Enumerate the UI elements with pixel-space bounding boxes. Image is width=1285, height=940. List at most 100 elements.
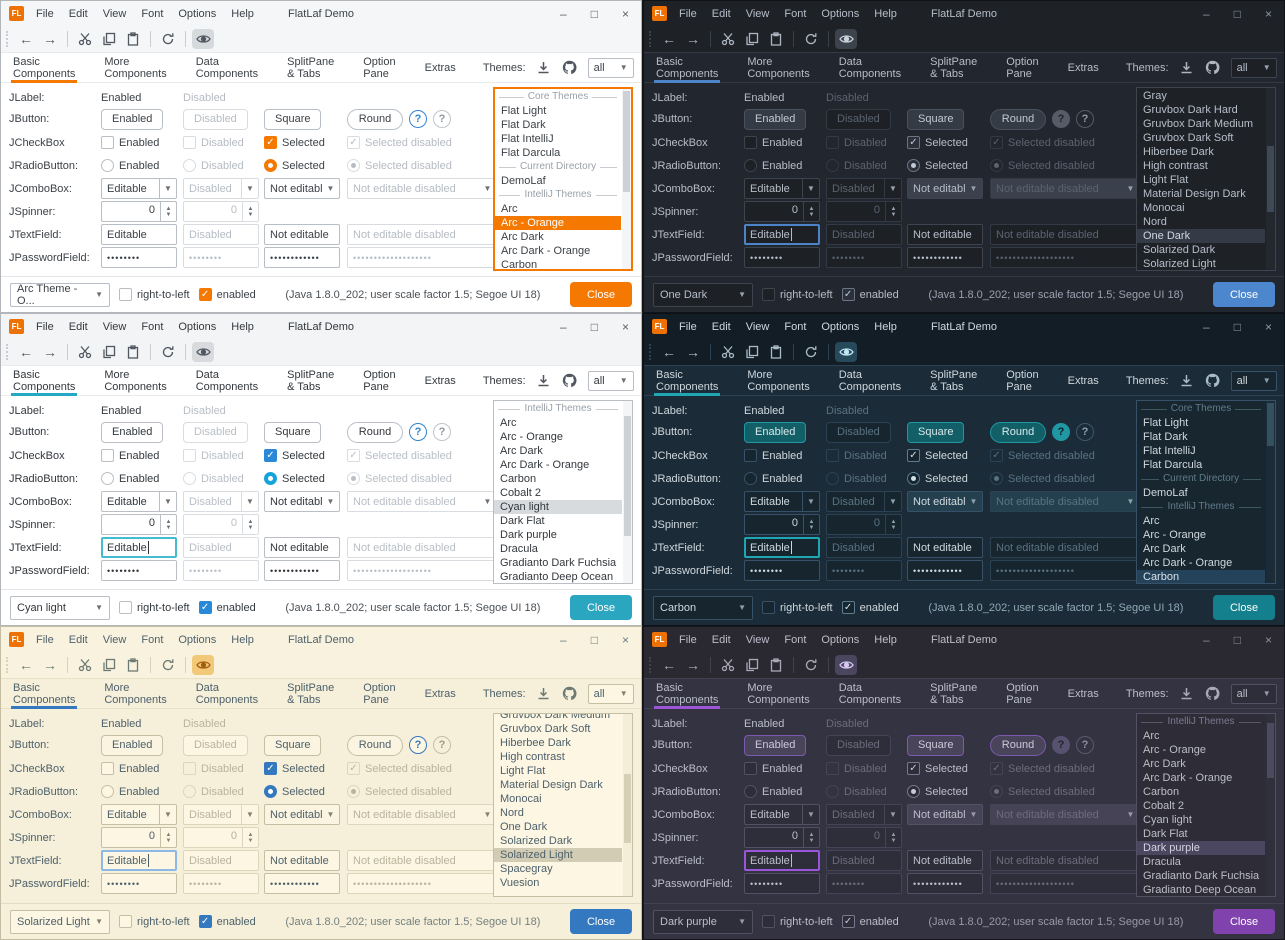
maximize-button[interactable]: □	[591, 633, 598, 647]
spinner-arrows-icon[interactable]	[803, 202, 819, 221]
themes-list[interactable]: GrayGruvbox Dark HardGruvbox Dark Medium…	[1136, 87, 1276, 271]
minimize-button[interactable]: –	[1203, 7, 1210, 21]
tab-basic-components[interactable]: Basic Components	[654, 366, 720, 396]
menu-help[interactable]: Help	[231, 634, 254, 646]
close-button[interactable]: Close	[570, 595, 632, 620]
scrollbar-thumb[interactable]	[1267, 403, 1274, 447]
combobox-not-editable[interactable]: Not editable▼	[264, 491, 340, 512]
square-button[interactable]: Square	[264, 735, 321, 756]
cut-icon[interactable]	[74, 655, 96, 675]
eye-toggle-button[interactable]	[835, 342, 857, 362]
toolbar-grip[interactable]	[649, 344, 652, 360]
theme-list-item-selected[interactable]: Dark purple	[1137, 841, 1265, 855]
theme-list-item[interactable]: Cobalt 2	[494, 486, 622, 500]
tab-more-components[interactable]: More Components	[745, 53, 811, 83]
round-button[interactable]: Round	[347, 735, 403, 756]
tab-splitpane-tabs[interactable]: SplitPane & Tabs	[285, 53, 336, 83]
toolbar-grip[interactable]	[6, 344, 9, 360]
radio-enabled[interactable]: Enabled	[101, 159, 159, 172]
paste-icon[interactable]	[765, 29, 787, 49]
round-button[interactable]: Round	[990, 735, 1046, 756]
eye-toggle-button[interactable]	[192, 342, 214, 362]
themes-list-scrollbar[interactable]	[1266, 88, 1275, 270]
theme-list-item[interactable]: Dark purple	[494, 528, 622, 542]
theme-list-item[interactable]: Dracula	[494, 542, 622, 556]
tab-more-components[interactable]: More Components	[745, 366, 811, 396]
theme-list-item[interactable]: Gruvbox Dark Soft	[1137, 131, 1265, 145]
tab-data-components[interactable]: Data Components	[837, 366, 903, 396]
square-button[interactable]: Square	[264, 109, 321, 130]
spinner-arrows-icon[interactable]	[160, 515, 176, 534]
checkbox-enabled[interactable]: Enabled	[744, 449, 802, 462]
theme-list-item[interactable]: Vuesion	[494, 876, 622, 890]
theme-list-item-selected[interactable]: One Dark	[1137, 229, 1265, 243]
right-to-left-checkbox[interactable]: right-to-left	[119, 915, 190, 928]
help-button-primary[interactable]: ?	[1052, 110, 1070, 128]
menu-file[interactable]: File	[36, 634, 54, 646]
forward-button[interactable]: →	[39, 655, 61, 675]
close-button[interactable]: Close	[570, 282, 632, 307]
passwordfield-editable[interactable]: ••••••••	[101, 247, 177, 268]
forward-button[interactable]: →	[39, 29, 61, 49]
cut-icon[interactable]	[74, 29, 96, 49]
theme-combobox[interactable]: Solarized Light ▼	[10, 910, 110, 934]
themes-filter-combobox[interactable]: all ▼	[588, 371, 634, 391]
enabled-button[interactable]: Enabled	[744, 109, 806, 130]
paste-icon[interactable]	[765, 655, 787, 675]
window-close-button[interactable]: ×	[622, 7, 629, 21]
theme-list-item-selected[interactable]: Cyan light	[494, 500, 622, 514]
theme-list-item[interactable]: Dracula	[1137, 855, 1265, 869]
theme-list-item[interactable]: Hiberbee Dark	[1137, 145, 1265, 159]
theme-list-item[interactable]: Arc Dark - Orange	[495, 244, 621, 258]
checkbox-selected[interactable]: Selected	[907, 762, 968, 775]
theme-list-item[interactable]: Gradianto Deep Ocean	[1137, 883, 1265, 897]
help-button-primary[interactable]: ?	[409, 110, 427, 128]
back-button[interactable]: ←	[15, 29, 37, 49]
round-button[interactable]: Round	[347, 422, 403, 443]
paste-icon[interactable]	[122, 29, 144, 49]
copy-icon[interactable]	[741, 29, 763, 49]
menu-options[interactable]: Options	[821, 634, 859, 646]
enabled-button[interactable]: Enabled	[744, 735, 806, 756]
square-button[interactable]: Square	[907, 735, 964, 756]
themes-list-scrollbar[interactable]	[623, 401, 632, 583]
right-to-left-checkbox[interactable]: right-to-left	[762, 601, 833, 614]
forward-button[interactable]: →	[682, 655, 704, 675]
theme-list-item[interactable]: Solarized Dark	[1137, 243, 1265, 257]
github-icon[interactable]	[562, 373, 578, 389]
tab-extras[interactable]: Extras	[1066, 679, 1101, 709]
right-to-left-checkbox[interactable]: right-to-left	[119, 601, 190, 614]
combobox-not-editable[interactable]: Not editable▼	[907, 491, 983, 512]
checkbox-selected[interactable]: Selected	[264, 136, 325, 149]
cut-icon[interactable]	[717, 342, 739, 362]
copy-icon[interactable]	[98, 655, 120, 675]
theme-list-item[interactable]: Nord	[1137, 215, 1265, 229]
github-icon[interactable]	[1205, 60, 1221, 76]
tab-basic-components[interactable]: Basic Components	[654, 53, 720, 83]
paste-icon[interactable]	[122, 655, 144, 675]
theme-list-item[interactable]: Light Flat	[494, 764, 622, 778]
menu-view[interactable]: View	[103, 8, 127, 20]
menu-options[interactable]: Options	[178, 8, 216, 20]
spinner-enabled[interactable]: 0	[101, 514, 177, 535]
themes-filter-combobox[interactable]: all ▼	[1231, 684, 1277, 704]
tab-option-pane[interactable]: Option Pane	[1004, 53, 1040, 83]
spinner-arrows-icon[interactable]	[803, 515, 819, 534]
themes-list[interactable]: Gruvbox Dark MediumGruvbox Dark SoftHibe…	[493, 713, 633, 897]
forward-button[interactable]: →	[682, 29, 704, 49]
theme-list-item[interactable]: Solarized Light	[1137, 257, 1265, 271]
theme-list-item[interactable]: Monocai	[494, 792, 622, 806]
textfield-editable[interactable]: Editable	[744, 537, 820, 558]
menu-edit[interactable]: Edit	[712, 321, 731, 333]
spinner-enabled[interactable]: 0	[101, 827, 177, 848]
github-icon[interactable]	[562, 60, 578, 76]
spinner-enabled[interactable]: 0	[744, 201, 820, 222]
textfield-editable[interactable]: Editable	[744, 850, 820, 871]
tab-extras[interactable]: Extras	[1066, 366, 1101, 396]
window-close-button[interactable]: ×	[1265, 633, 1272, 647]
theme-list-item[interactable]: Gradianto Dark Fuchsia	[1137, 869, 1265, 883]
minimize-button[interactable]: –	[1203, 320, 1210, 334]
help-button-primary[interactable]: ?	[409, 736, 427, 754]
theme-combobox[interactable]: Cyan light ▼	[10, 596, 110, 620]
square-button[interactable]: Square	[907, 109, 964, 130]
